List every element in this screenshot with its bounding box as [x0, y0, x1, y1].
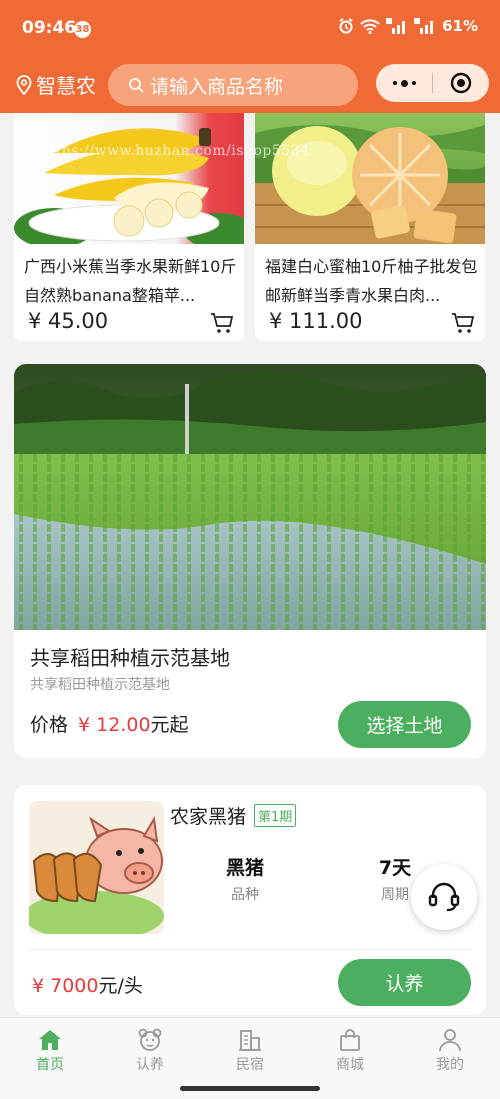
status-bar: 09:46 38 61% — [0, 0, 500, 60]
bear-icon — [138, 1028, 162, 1051]
person-icon — [439, 1029, 461, 1052]
land-price-row: 价格 ¥ 12.00元起 — [30, 710, 189, 737]
location-label: 智慧农 — [36, 74, 96, 98]
land-title: 共享稻田种植示范基地 — [30, 646, 230, 670]
variety-value: 黑猪 — [225, 857, 264, 879]
tab-label: 首页 — [36, 1057, 64, 1073]
alarm-icon — [339, 18, 353, 34]
signal-5g-icon — [386, 18, 406, 34]
close-miniprogram-button[interactable] — [433, 72, 489, 94]
cart-icon — [452, 313, 475, 333]
customer-service-button[interactable] — [411, 864, 477, 930]
product-title: 福建白心蜜柚10斤柚子批发包邮新鲜当季青水果白肉... — [265, 257, 478, 305]
battery-percent: 61% — [442, 17, 478, 35]
product-image-pomelo — [255, 113, 485, 244]
tab-label: 商城 — [336, 1057, 364, 1073]
adoption-title: 农家黑猪 — [170, 806, 247, 828]
period-badge: 第1期 — [254, 804, 297, 827]
land-price-suffix: 元起 — [150, 714, 189, 736]
wifi-icon — [360, 19, 380, 34]
land-subtitle: 共享稻田种植示范基地 — [30, 677, 170, 693]
location-selector[interactable]: 智慧农 — [16, 70, 96, 99]
search-icon — [129, 78, 144, 93]
adoption-price-row: ¥ 7000元/头 — [32, 971, 143, 998]
divider — [29, 949, 471, 950]
tab-label: 认养 — [136, 1057, 164, 1073]
select-land-button[interactable]: 选择土地 — [338, 701, 471, 748]
headset-icon — [428, 882, 460, 912]
location-pin-icon — [16, 74, 32, 95]
product-image-banana — [14, 113, 244, 244]
search-input[interactable]: 请输入商品名称 — [108, 64, 358, 106]
product-price: ¥ 45.00 — [28, 309, 109, 333]
tab-label: 民宿 — [236, 1057, 264, 1073]
tab-homestay[interactable]: 民宿 — [210, 1028, 290, 1074]
product-title: 广西小米蕉当季水果新鲜10斤自然熟banana整箱苹... — [24, 257, 237, 305]
top-header: 09:46 38 61% 智慧农 请输入商品名称 — [0, 0, 500, 113]
variety-stat: 黑猪 品种 — [210, 853, 280, 904]
add-to-cart-button[interactable] — [210, 311, 234, 339]
miniprogram-capsule — [376, 64, 489, 102]
watermark-text: https://www.huzhan.com/ishop5534 — [40, 143, 310, 159]
adoption-unit: 元/头 — [98, 975, 143, 997]
home-icon — [39, 1030, 61, 1050]
add-to-cart-button[interactable] — [451, 311, 475, 339]
search-placeholder: 请输入商品名称 — [150, 75, 284, 98]
bag-icon — [340, 1029, 360, 1051]
tab-home[interactable]: 首页 — [10, 1028, 90, 1074]
adoption-price: ¥ 7000 — [32, 975, 99, 997]
land-price: ¥ 12.00 — [78, 714, 151, 736]
pig-image — [29, 801, 164, 934]
variety-label: 品种 — [231, 887, 259, 903]
land-card[interactable]: 共享稻田种植示范基地 共享稻田种植示范基地 价格 ¥ 12.00元起 选择土地 — [14, 364, 486, 758]
cart-icon — [211, 313, 234, 333]
signal-4g-icon — [414, 18, 434, 34]
target-icon — [450, 72, 472, 94]
home-indicator — [180, 1086, 320, 1091]
tab-adopt[interactable]: 认养 — [110, 1028, 190, 1074]
building-icon — [239, 1030, 261, 1051]
tab-mine[interactable]: 我的 — [410, 1028, 490, 1074]
adopt-button[interactable]: 认养 — [338, 959, 471, 1006]
notification-badge: 38 — [74, 21, 91, 38]
more-menu-button[interactable] — [376, 79, 432, 87]
tab-mall[interactable]: 商城 — [310, 1028, 390, 1074]
status-time: 09:46 — [22, 18, 77, 38]
price-label: 价格 — [30, 714, 69, 736]
tab-label: 我的 — [436, 1057, 464, 1073]
status-icons: 61% — [338, 17, 478, 35]
adoption-title-row: 农家黑猪 第1期 — [170, 802, 297, 829]
rice-field-image — [14, 364, 486, 630]
product-price: ¥ 111.00 — [269, 309, 363, 333]
